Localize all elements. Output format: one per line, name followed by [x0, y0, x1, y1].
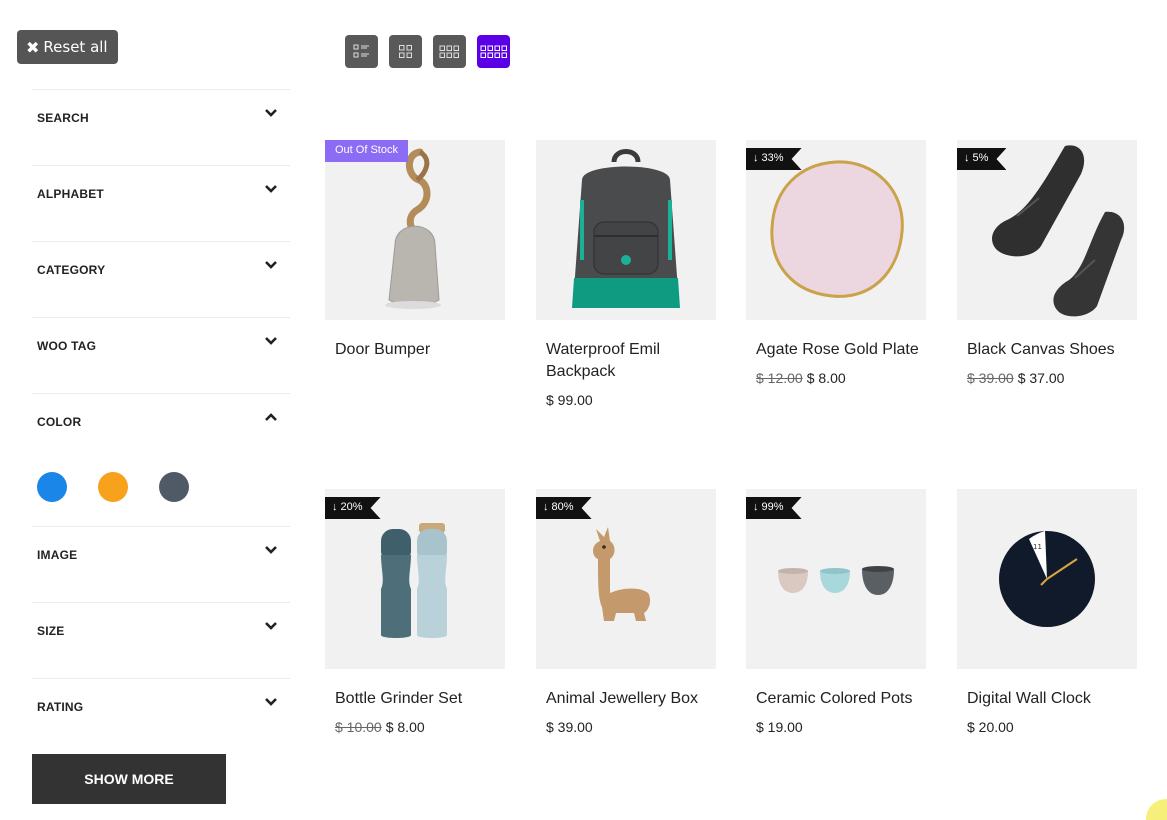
- chevron-down-icon: [265, 698, 277, 706]
- grid-4-icon: [480, 45, 507, 58]
- filter-label: SEARCH: [37, 111, 89, 125]
- old-price: $ 12.00: [756, 370, 803, 386]
- current-price: $ 39.00: [546, 719, 593, 735]
- filter-color[interactable]: COLOR: [32, 393, 290, 526]
- product-price: $ 20.00: [957, 719, 1138, 735]
- current-price: $ 8.00: [385, 719, 425, 735]
- scroll-indicator: [1146, 799, 1167, 820]
- product-price: $ 39.00: [536, 719, 717, 735]
- chevron-down-icon: [265, 337, 277, 345]
- list-view-icon: [353, 44, 369, 58]
- current-price: $ 20.00: [967, 719, 1014, 735]
- product-card: 11 Digital Wall Clock $ 20.00: [957, 489, 1138, 735]
- product-name[interactable]: Bottle Grinder Set: [325, 688, 506, 710]
- filter-label: IMAGE: [37, 548, 78, 562]
- filter-label: RATING: [37, 700, 84, 714]
- reset-all-label: Reset all: [43, 38, 108, 56]
- product-card: ↓ 5% Black Canvas Shoes $ 39.00 $ 37.00: [957, 140, 1138, 386]
- filter-image[interactable]: IMAGE: [32, 526, 290, 602]
- filter-sidebar: SEARCH ALPHABET CATEGORY WOO TAG COLOR I…: [32, 89, 290, 754]
- filter-category[interactable]: CATEGORY: [32, 241, 290, 317]
- product-price: $ 19.00: [746, 719, 927, 735]
- filter-label: COLOR: [37, 415, 82, 429]
- chevron-down-icon: [265, 546, 277, 554]
- product-image-door-bumper[interactable]: Out Of Stock: [325, 140, 505, 320]
- close-icon: ✖: [26, 37, 40, 57]
- filter-search[interactable]: SEARCH: [32, 89, 290, 165]
- current-price: $ 8.00: [806, 370, 846, 386]
- product-card: Out Of Stock Door Bumper: [325, 140, 506, 361]
- current-price: $ 37.00: [1017, 370, 1065, 386]
- chevron-down-icon: [265, 261, 277, 269]
- filter-label: WOO TAG: [37, 339, 97, 353]
- filter-size[interactable]: SIZE: [32, 602, 290, 678]
- old-price: $ 39.00: [967, 370, 1014, 386]
- clock-number: 11: [1033, 543, 1042, 551]
- current-price: $ 19.00: [756, 719, 803, 735]
- filter-label: SIZE: [37, 624, 65, 638]
- product-name[interactable]: Waterproof Emil Backpack: [536, 339, 717, 383]
- filter-label: ALPHABET: [37, 187, 104, 201]
- color-swatch-gray[interactable]: [159, 472, 189, 502]
- product-card: ↓ 33% Agate Rose Gold Plate $ 12.00 $ 8.0…: [746, 140, 927, 386]
- view-toggles: [345, 35, 510, 68]
- chevron-up-icon: [265, 413, 277, 421]
- product-image-pots[interactable]: ↓ 99%: [746, 489, 926, 669]
- current-price: $ 99.00: [546, 392, 593, 408]
- product-image-backpack[interactable]: [536, 140, 716, 320]
- product-name[interactable]: Digital Wall Clock: [957, 688, 1138, 710]
- product-name[interactable]: Black Canvas Shoes: [957, 339, 1138, 361]
- product-image-clock[interactable]: 11: [957, 489, 1137, 669]
- grid-2-view-button[interactable]: [389, 35, 422, 68]
- product-image-grinders[interactable]: ↓ 20%: [325, 489, 505, 669]
- filter-rating[interactable]: RATING: [32, 678, 290, 754]
- list-view-button[interactable]: [345, 35, 378, 68]
- grid-4-view-button[interactable]: [477, 35, 510, 68]
- product-price: $ 10.00 $ 8.00: [325, 719, 506, 735]
- filter-label: CATEGORY: [37, 263, 106, 277]
- product-price: $ 99.00: [536, 392, 717, 408]
- chevron-down-icon: [265, 622, 277, 630]
- out-of-stock-badge: Out Of Stock: [325, 140, 408, 162]
- old-price: $ 10.00: [335, 719, 382, 735]
- product-image-shoes[interactable]: ↓ 5%: [957, 140, 1137, 320]
- filter-alphabet[interactable]: ALPHABET: [32, 165, 290, 241]
- product-price: $ 39.00 $ 37.00: [957, 370, 1138, 386]
- color-swatches: [37, 472, 189, 502]
- product-name[interactable]: Door Bumper: [325, 339, 506, 361]
- product-name[interactable]: Animal Jewellery Box: [536, 688, 717, 710]
- product-image-plate[interactable]: ↓ 33%: [746, 140, 926, 320]
- product-card: Waterproof Emil Backpack $ 99.00: [536, 140, 717, 408]
- product-name[interactable]: Ceramic Colored Pots: [746, 688, 927, 710]
- chevron-down-icon: [265, 185, 277, 193]
- product-image-llama[interactable]: ↓ 80%: [536, 489, 716, 669]
- product-name[interactable]: Agate Rose Gold Plate: [746, 339, 927, 361]
- color-swatch-orange[interactable]: [98, 472, 128, 502]
- show-more-button[interactable]: SHOW MORE: [32, 754, 226, 804]
- grid-3-view-button[interactable]: [433, 35, 466, 68]
- grid-3-icon: [439, 45, 459, 58]
- product-card: ↓ 99% Ceramic Colored Pots $ 19.00: [746, 489, 927, 735]
- product-price: $ 12.00 $ 8.00: [746, 370, 927, 386]
- filter-woo-tag[interactable]: WOO TAG: [32, 317, 290, 393]
- product-card: ↓ 80% Animal Jewellery Box $ 39.00: [536, 489, 717, 735]
- reset-all-button[interactable]: ✖ Reset all: [17, 30, 118, 64]
- product-card: ↓ 20% Bottle Grinder Set $ 10.00 $ 8.00: [325, 489, 506, 735]
- chevron-down-icon: [265, 109, 277, 117]
- color-swatch-blue[interactable]: [37, 472, 67, 502]
- grid-2-icon: [399, 45, 412, 58]
